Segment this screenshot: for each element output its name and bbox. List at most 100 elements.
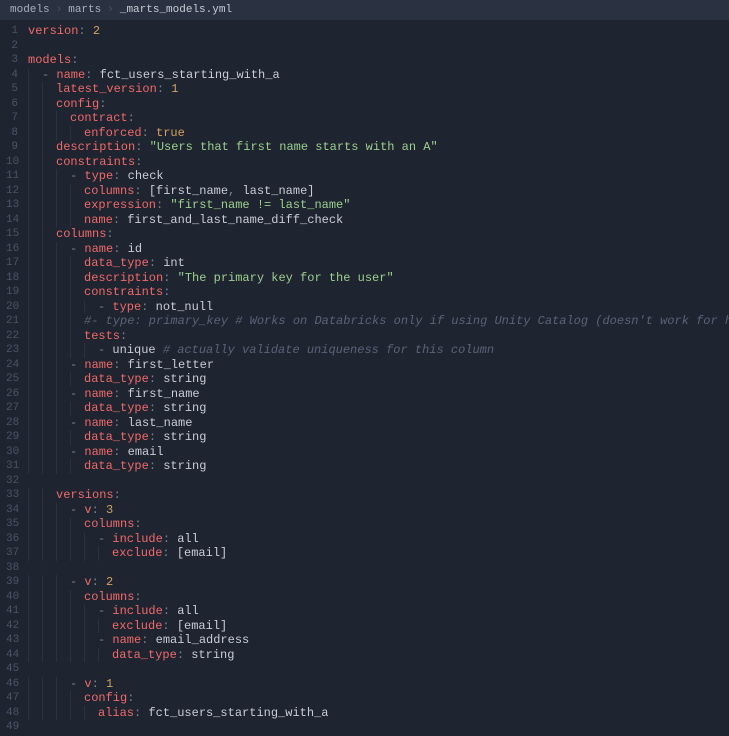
- indent-guide: [70, 271, 84, 286]
- line-number: 30: [6, 445, 18, 460]
- indent-guide: [28, 97, 42, 112]
- indent-guide: [56, 633, 70, 648]
- breadcrumb-item-models[interactable]: models: [10, 4, 50, 16]
- indent-guide: [84, 604, 98, 619]
- code-line[interactable]: exclude: [email]: [28, 546, 729, 561]
- code-line[interactable]: - name: first_letter: [28, 358, 729, 373]
- indent-guide: [28, 517, 42, 532]
- token-num: 1: [171, 82, 178, 97]
- indent-guide: [70, 517, 84, 532]
- code-line[interactable]: columns:: [28, 590, 729, 605]
- line-number: 1: [6, 24, 18, 39]
- code-line[interactable]: columns: [first_name, last_name]: [28, 184, 729, 199]
- indent-guide: [28, 416, 42, 431]
- code-line[interactable]: enforced: true: [28, 126, 729, 141]
- code-line[interactable]: latest_version: 1: [28, 82, 729, 97]
- indent-guide: [28, 140, 42, 155]
- token-str: "The primary key for the user": [178, 271, 394, 286]
- indent-guide: [42, 387, 56, 402]
- indent-guide: [42, 97, 56, 112]
- code-line[interactable]: [28, 720, 729, 735]
- line-number-gutter: 1234567891011121314151617181920212223242…: [0, 20, 28, 729]
- token-key: v: [84, 677, 91, 692]
- breadcrumb-item-marts[interactable]: marts: [68, 4, 101, 16]
- indent-guide: [56, 169, 70, 184]
- code-line[interactable]: - name: id: [28, 242, 729, 257]
- code-line[interactable]: - name: email: [28, 445, 729, 460]
- line-number: 45: [6, 662, 18, 677]
- code-line[interactable]: versions:: [28, 488, 729, 503]
- line-number: 44: [6, 648, 18, 663]
- code-line[interactable]: [28, 39, 729, 54]
- code-line[interactable]: data_type: string: [28, 430, 729, 445]
- indent-guide: [70, 401, 84, 416]
- breadcrumb-item-file[interactable]: _marts_models.yml: [120, 4, 232, 16]
- code-line[interactable]: constraints:: [28, 285, 729, 300]
- code-line[interactable]: constraints:: [28, 155, 729, 170]
- token-colon: :: [127, 691, 134, 706]
- code-line[interactable]: - include: all: [28, 604, 729, 619]
- code-line[interactable]: tests:: [28, 329, 729, 344]
- code-line[interactable]: columns:: [28, 517, 729, 532]
- token-key: include: [112, 532, 162, 547]
- code-line[interactable]: models:: [28, 53, 729, 68]
- token-dash: -: [70, 575, 84, 590]
- token-colon: :: [92, 575, 106, 590]
- indent-guide: [28, 314, 42, 329]
- code-line[interactable]: - name: first_name: [28, 387, 729, 402]
- token-dash: -: [42, 68, 56, 83]
- code-line[interactable]: version: 2: [28, 24, 729, 39]
- code-line[interactable]: [28, 662, 729, 677]
- code-line[interactable]: description: "The primary key for the us…: [28, 271, 729, 286]
- code-line[interactable]: - name: fct_users_starting_with_a: [28, 68, 729, 83]
- code-line[interactable]: - name: last_name: [28, 416, 729, 431]
- indent-guide: [56, 198, 70, 213]
- indent-guide: [28, 488, 42, 503]
- line-number: 35: [6, 517, 18, 532]
- code-line[interactable]: exclude: [email]: [28, 619, 729, 634]
- code-line[interactable]: data_type: string: [28, 372, 729, 387]
- code-line[interactable]: - unique # actually validate uniqueness …: [28, 343, 729, 358]
- code-line[interactable]: [28, 561, 729, 576]
- code-line[interactable]: contract:: [28, 111, 729, 126]
- code-line[interactable]: data_type: int: [28, 256, 729, 271]
- indent-guide: [28, 285, 42, 300]
- code-line[interactable]: alias: fct_users_starting_with_a: [28, 706, 729, 721]
- indent-guide: [28, 648, 42, 663]
- token-dash: -: [70, 445, 84, 460]
- code-editor[interactable]: 1234567891011121314151617181920212223242…: [0, 20, 729, 729]
- indent-guide: [56, 329, 70, 344]
- line-number: 39: [6, 575, 18, 590]
- token-num: 3: [106, 503, 113, 518]
- code-line[interactable]: config:: [28, 691, 729, 706]
- code-line[interactable]: - name: email_address: [28, 633, 729, 648]
- code-line[interactable]: expression: "first_name != last_name": [28, 198, 729, 213]
- indent-guide: [42, 169, 56, 184]
- indent-guide: [42, 213, 56, 228]
- line-number: 13: [6, 198, 18, 213]
- token-colon: :: [113, 242, 127, 257]
- indent-guide: [56, 416, 70, 431]
- line-number: 2: [6, 39, 18, 54]
- code-line[interactable]: config:: [28, 97, 729, 112]
- code-content[interactable]: version: 2 models:- name: fct_users_start…: [28, 20, 729, 729]
- code-line[interactable]: data_type: string: [28, 401, 729, 416]
- code-line[interactable]: columns:: [28, 227, 729, 242]
- code-line[interactable]: data_type: string: [28, 648, 729, 663]
- token-colon: :: [99, 97, 106, 112]
- code-line[interactable]: #- type: primary_key # Works on Databric…: [28, 314, 729, 329]
- token-key: include: [112, 604, 162, 619]
- code-line[interactable]: - type: not_null: [28, 300, 729, 315]
- code-line[interactable]: data_type: string: [28, 459, 729, 474]
- token-key: name: [84, 445, 113, 460]
- code-line[interactable]: name: first_and_last_name_diff_check: [28, 213, 729, 228]
- code-line[interactable]: [28, 474, 729, 489]
- code-line[interactable]: - v: 1: [28, 677, 729, 692]
- code-line[interactable]: - v: 3: [28, 503, 729, 518]
- indent-guide: [70, 532, 84, 547]
- code-line[interactable]: - include: all: [28, 532, 729, 547]
- code-line[interactable]: description: "Users that first name star…: [28, 140, 729, 155]
- code-line[interactable]: - type: check: [28, 169, 729, 184]
- token-colon: :: [163, 271, 177, 286]
- code-line[interactable]: - v: 2: [28, 575, 729, 590]
